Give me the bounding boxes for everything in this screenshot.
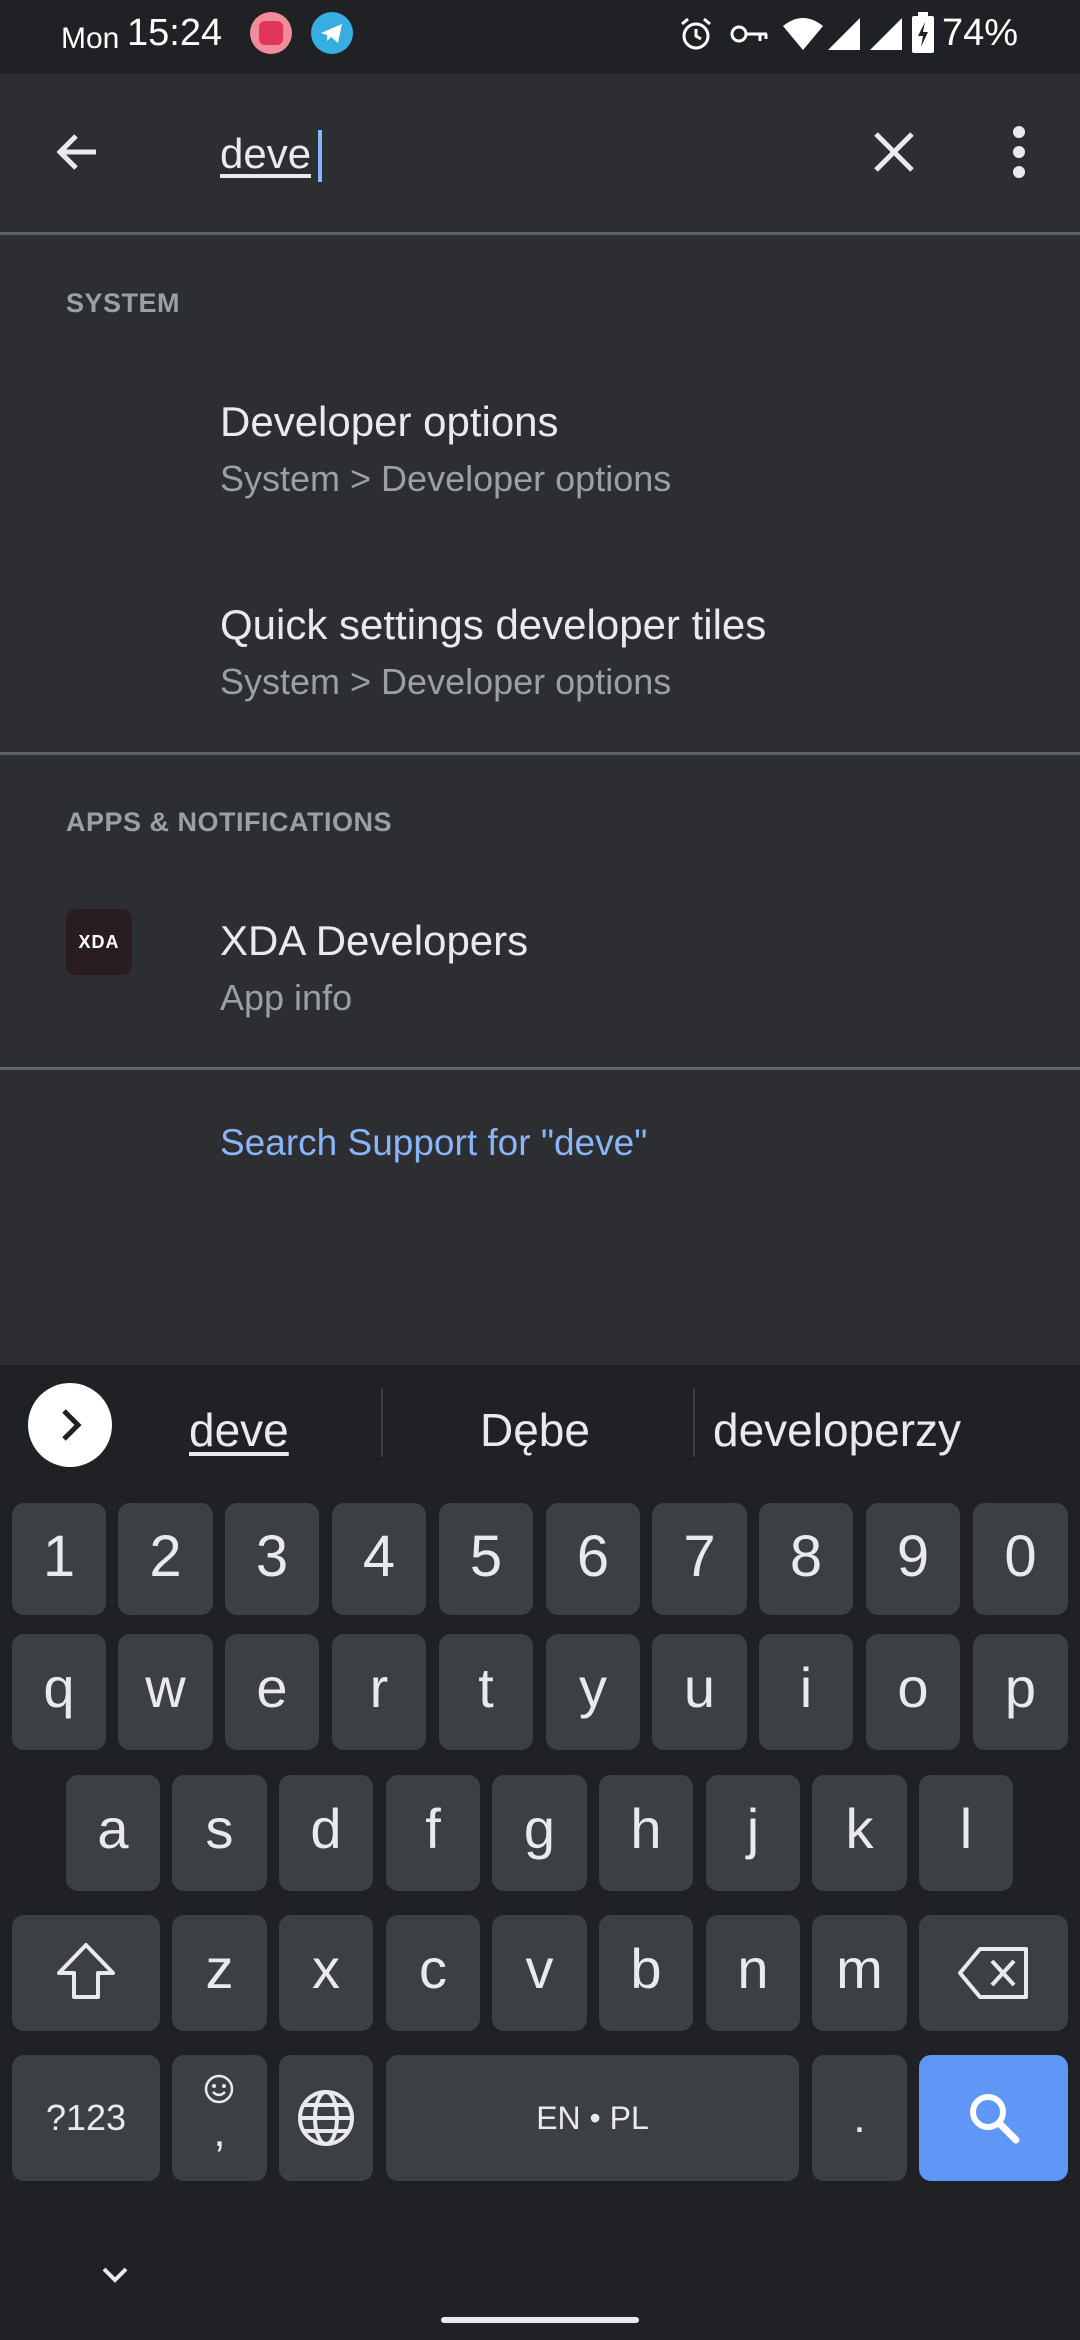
key-6[interactable]: 6 — [546, 1503, 640, 1615]
suggestion-separator — [381, 1389, 383, 1457]
pocket-casts-icon — [250, 12, 292, 54]
key-j[interactable]: j — [706, 1775, 800, 1891]
result-subtitle: App info — [220, 977, 353, 1018]
alarm-icon — [681, 17, 711, 50]
key-i[interactable]: i — [759, 1634, 853, 1750]
backspace-key[interactable] — [919, 1915, 1068, 2031]
vpn-key-icon — [730, 25, 768, 43]
suggestion-3[interactable]: developerzy — [713, 1403, 961, 1457]
key-0[interactable]: 0 — [973, 1503, 1068, 1615]
key-b[interactable]: b — [599, 1915, 693, 2031]
emoji-icon — [204, 2074, 234, 2104]
key-8[interactable]: 8 — [759, 1503, 853, 1615]
suggestion-separator — [693, 1389, 695, 1457]
result-developer-options[interactable]: Developer options System > Developer opt… — [0, 398, 1080, 598]
battery-percent: 74% — [941, 12, 1018, 54]
key-e[interactable]: e — [225, 1634, 319, 1750]
key-u[interactable]: u — [652, 1634, 747, 1750]
key-a[interactable]: a — [66, 1775, 160, 1891]
search-key[interactable] — [919, 2055, 1068, 2181]
text-cursor — [318, 130, 322, 182]
comma-label: , — [213, 2107, 226, 2156]
key-o[interactable]: o — [866, 1634, 960, 1750]
shift-key[interactable] — [12, 1915, 160, 2031]
key-1[interactable]: 1 — [12, 1503, 106, 1615]
key-q[interactable]: q — [12, 1634, 106, 1750]
telegram-icon — [311, 12, 353, 54]
space-key[interactable]: EN • PL — [386, 2055, 799, 2181]
more-vert-icon[interactable] — [990, 118, 1048, 186]
chevron-right-icon — [62, 1409, 82, 1441]
chevron-down-icon[interactable] — [94, 2253, 136, 2295]
symbols-key[interactable]: ?123 — [12, 2055, 160, 2181]
signal-icon — [828, 18, 860, 50]
period-key[interactable]: . — [812, 2055, 907, 2181]
header-divider — [0, 232, 1080, 235]
status-bar: Mon 15:24 74% — [0, 0, 1080, 74]
result-xda-developers[interactable]: XDA XDA Developers App info — [0, 909, 1080, 1117]
section-divider — [0, 1067, 1080, 1070]
gesture-nav-handle[interactable] — [441, 2317, 639, 2323]
key-v[interactable]: v — [492, 1915, 587, 2031]
key-y[interactable]: y — [546, 1634, 640, 1750]
key-h[interactable]: h — [599, 1775, 693, 1891]
key-g[interactable]: g — [492, 1775, 587, 1891]
key-s[interactable]: s — [172, 1775, 267, 1891]
status-day: Mon — [61, 22, 120, 55]
key-4[interactable]: 4 — [332, 1503, 426, 1615]
key-x[interactable]: x — [279, 1915, 373, 2031]
key-z[interactable]: z — [172, 1915, 267, 2031]
xda-app-icon: XDA — [66, 909, 132, 975]
result-title: XDA Developers — [220, 917, 529, 964]
key-n[interactable]: n — [706, 1915, 800, 2031]
result-title: Developer options — [220, 398, 559, 445]
key-d[interactable]: d — [279, 1775, 373, 1891]
wifi-icon — [783, 18, 823, 50]
suggestion-2[interactable]: Dębe — [480, 1403, 590, 1457]
keyboard: deve Dębe developerzy 1 2 3 4 5 6 7 8 9 … — [0, 1365, 1080, 2340]
status-time: 15:24 — [127, 12, 223, 54]
signal-icon — [870, 18, 902, 50]
search-icon — [969, 2094, 1019, 2144]
shift-icon — [57, 1943, 115, 1999]
section-header-apps: APPS & NOTIFICATIONS — [66, 807, 393, 837]
key-9[interactable]: 9 — [866, 1503, 960, 1615]
key-m[interactable]: m — [812, 1915, 907, 2031]
key-k[interactable]: k — [812, 1775, 907, 1891]
battery-charging-icon — [912, 12, 934, 53]
result-title: Quick settings developer tiles — [220, 601, 767, 648]
result-subtitle: System > Developer options — [220, 661, 672, 702]
search-input[interactable] — [220, 122, 820, 186]
globe-icon — [298, 2090, 354, 2146]
language-key[interactable] — [279, 2055, 373, 2181]
key-t[interactable]: t — [439, 1634, 533, 1750]
key-r[interactable]: r — [332, 1634, 426, 1750]
key-l[interactable]: l — [919, 1775, 1013, 1891]
arrow-back-icon[interactable] — [44, 118, 112, 186]
key-3[interactable]: 3 — [225, 1503, 319, 1615]
key-2[interactable]: 2 — [118, 1503, 213, 1615]
emoji-comma-key[interactable]: , — [172, 2055, 267, 2181]
backspace-icon — [957, 1947, 1028, 1999]
result-subtitle: System > Developer options — [220, 458, 672, 499]
suggestion-1[interactable]: deve — [189, 1403, 289, 1457]
key-7[interactable]: 7 — [652, 1503, 747, 1615]
section-header-system: SYSTEM — [66, 288, 181, 318]
close-icon[interactable] — [860, 118, 928, 186]
key-f[interactable]: f — [386, 1775, 480, 1891]
key-5[interactable]: 5 — [439, 1503, 533, 1615]
key-c[interactable]: c — [386, 1915, 480, 2031]
key-p[interactable]: p — [973, 1634, 1068, 1750]
search-toolbar — [0, 74, 1080, 232]
section-divider — [0, 752, 1080, 755]
result-quick-settings-developer-tiles[interactable]: Quick settings developer tiles System > … — [0, 601, 1080, 801]
key-w[interactable]: w — [118, 1634, 213, 1750]
suggestion-strip-toggle[interactable] — [28, 1383, 112, 1467]
search-support-link[interactable]: Search Support for "deve" — [220, 1122, 647, 1164]
